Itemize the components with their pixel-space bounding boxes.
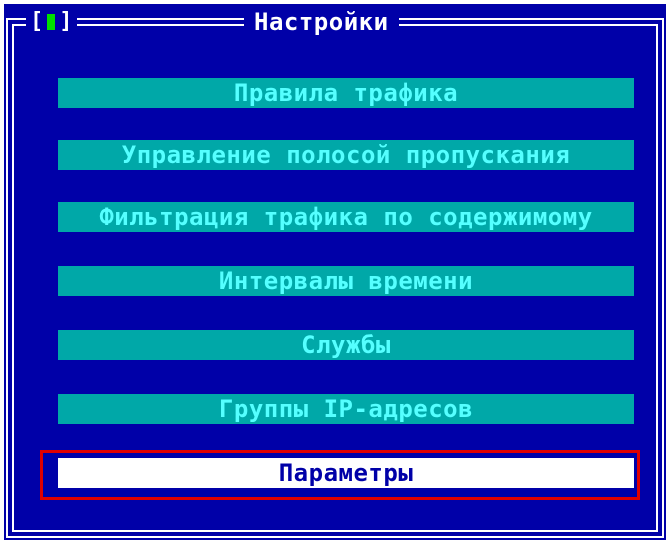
settings-window: [ ] Настройки Правила трафика Управление…	[4, 4, 666, 540]
menu-item-content-filtering[interactable]: Фильтрация трафика по содержимому	[58, 202, 650, 248]
menu-item-time-intervals[interactable]: Интервалы времени	[58, 266, 650, 312]
menu-item-label: Правила трафика	[233, 79, 459, 107]
menu-item-label: Интервалы времени	[218, 267, 474, 295]
menu-item-bandwidth[interactable]: Управление полосой пропускания	[58, 140, 650, 186]
menu-item-parameters[interactable]: Параметры	[58, 458, 634, 488]
menu-item-label: Управление полосой пропускания	[121, 141, 571, 169]
settings-menu: Правила трафика Управление полосой пропу…	[4, 4, 666, 540]
menu-item-label: Группы IP-адресов	[218, 395, 474, 423]
menu-item-label: Службы	[301, 331, 391, 359]
menu-item-ip-groups[interactable]: Группы IP-адресов	[58, 394, 650, 440]
menu-item-label: Фильтрация трафика по содержимому	[99, 203, 593, 231]
menu-item-services[interactable]: Службы	[58, 330, 650, 376]
menu-item-label: Параметры	[278, 459, 414, 487]
menu-item-traffic-rules[interactable]: Правила трафика	[58, 78, 650, 124]
